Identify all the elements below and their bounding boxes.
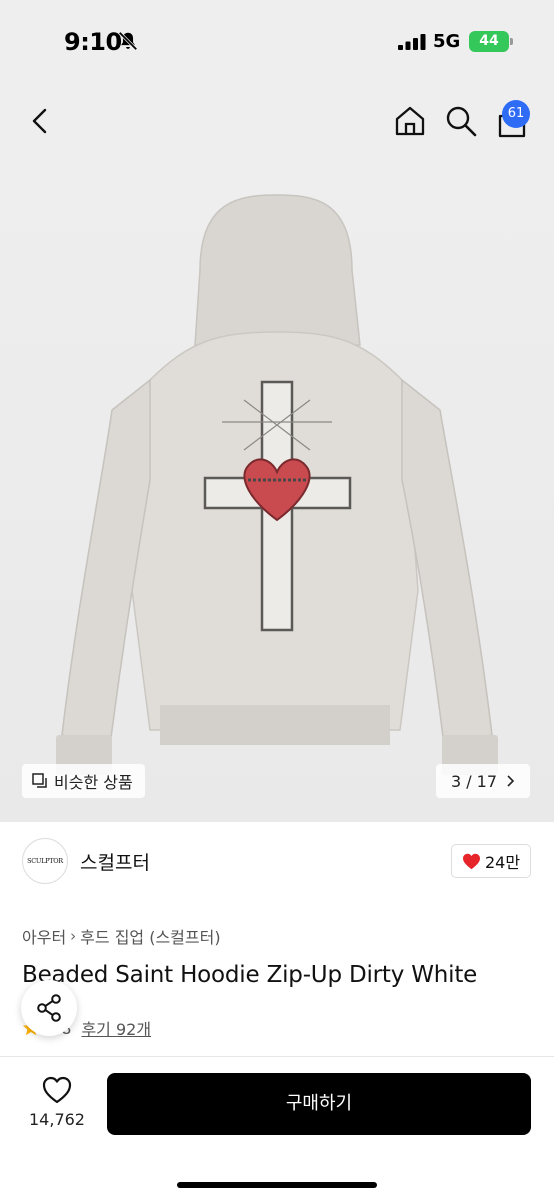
- wishlist-count: 14,762: [29, 1110, 85, 1129]
- share-icon: [37, 994, 61, 1022]
- back-icon[interactable]: [26, 106, 56, 136]
- similar-products-button[interactable]: 비슷한 상품: [22, 764, 145, 798]
- status-bar: 9:10 5G 44: [0, 0, 554, 84]
- brand-name[interactable]: 스컬프터: [80, 848, 150, 875]
- share-button[interactable]: [21, 980, 77, 1036]
- heart-filled-icon: [462, 853, 480, 869]
- battery-indicator: 44: [469, 31, 513, 52]
- cart-count-badge: 61: [502, 100, 530, 128]
- buy-button[interactable]: 구매하기: [107, 1073, 531, 1135]
- image-pager-label: 3 / 17: [450, 771, 498, 791]
- heart-outline-icon: [42, 1076, 72, 1104]
- brand-like-count: 24만: [484, 853, 521, 872]
- breadcrumb-item[interactable]: 후드 집업 (스컬프터): [80, 924, 220, 948]
- brand-row[interactable]: SCULPTOR 스컬프터 24만: [0, 822, 554, 902]
- reviews-link[interactable]: 후기 92개: [81, 1016, 151, 1040]
- brand-like-button[interactable]: 24만: [451, 844, 531, 878]
- similar-products-label: 비슷한 상품: [54, 773, 133, 792]
- network-type: 5G: [433, 31, 461, 52]
- signal-icon: [398, 34, 426, 50]
- wishlist-button[interactable]: 14,762: [22, 1074, 92, 1134]
- home-indicator: [177, 1182, 377, 1188]
- brand-logo[interactable]: SCULPTOR: [22, 838, 68, 884]
- search-icon[interactable]: [444, 104, 478, 138]
- breadcrumb: 아우터 › 후드 집업 (스컬프터): [22, 924, 221, 948]
- breadcrumb-item[interactable]: 아우터: [22, 924, 66, 948]
- divider: [0, 1056, 554, 1057]
- chevron-right-icon: ›: [70, 927, 77, 945]
- nav-header: 61: [0, 84, 554, 160]
- hoodie-image: [56, 194, 498, 775]
- similar-products-icon: [32, 773, 47, 788]
- home-icon[interactable]: [393, 104, 427, 138]
- chevron-right-icon: [507, 775, 515, 787]
- product-title: Beaded Saint Hoodie Zip-Up Dirty White: [22, 962, 478, 988]
- status-time: 9:10: [64, 28, 122, 56]
- bell-muted-icon: [118, 31, 138, 51]
- image-pager[interactable]: 3 / 17: [436, 764, 530, 798]
- product-image[interactable]: 비슷한 상품 3 / 17: [0, 160, 554, 822]
